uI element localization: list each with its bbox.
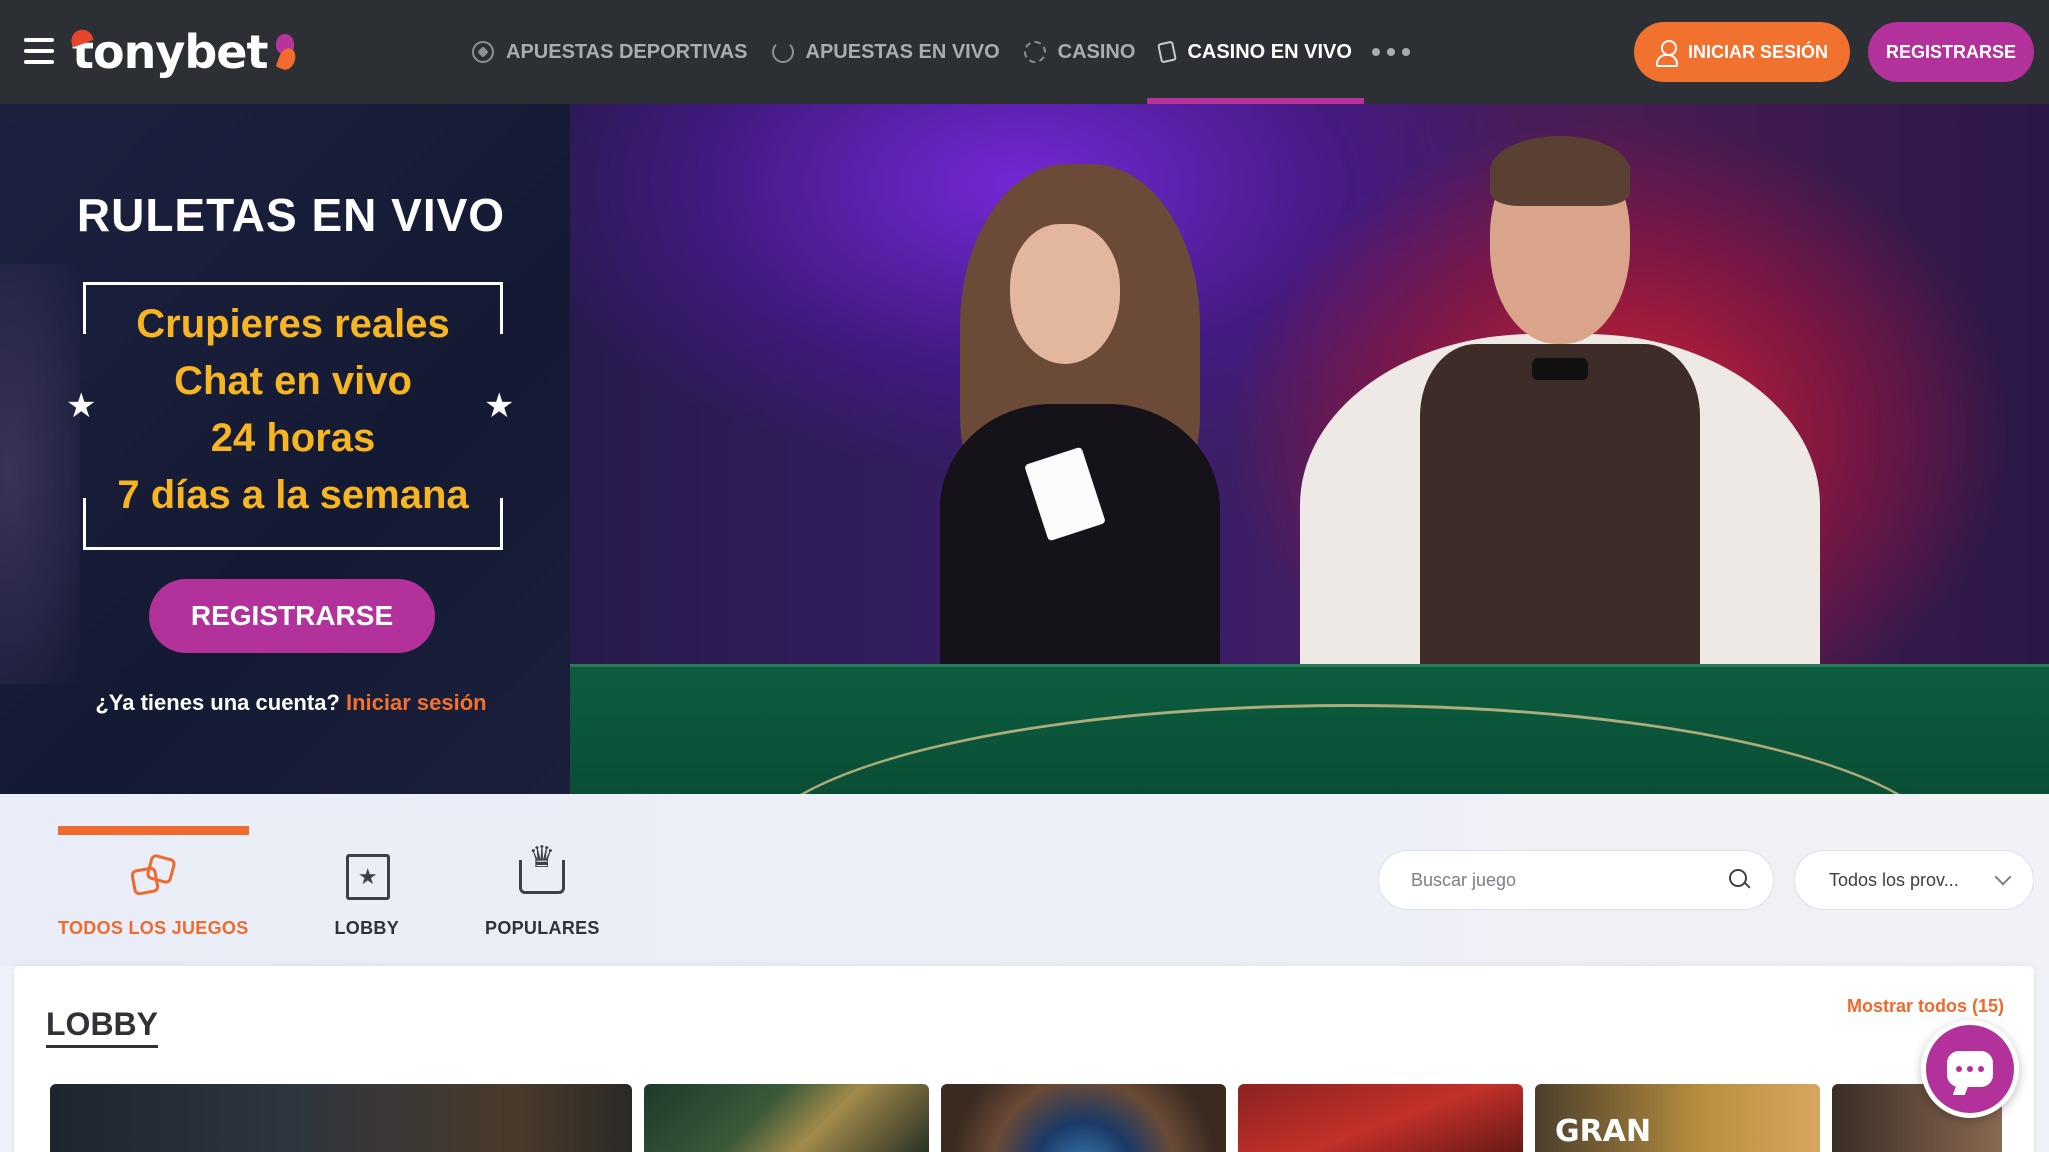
hero-register-button[interactable]: REGISTRARSE [149, 579, 435, 653]
nav-label: CASINO [1057, 40, 1136, 63]
search-input[interactable] [1411, 869, 1711, 891]
star-icon: ★ [484, 387, 515, 425]
tonybet-logo[interactable]: tonybet [68, 24, 299, 80]
feature-line: 24 horas [210, 416, 376, 460]
game-tiles: GRAN [50, 1084, 2002, 1152]
nav-item-apuestas-deportivas[interactable]: APUESTAS DEPORTIVAS [460, 0, 760, 104]
nav-label: CASINO EN VIVO [1187, 40, 1352, 63]
game-tile[interactable] [50, 1084, 632, 1152]
search-icon[interactable] [1729, 869, 1751, 891]
show-all-link[interactable]: Mostrar todos (15) [1847, 996, 2004, 1017]
tab-todos-los-juegos[interactable]: TODOS LOS JUEGOS [58, 826, 249, 939]
dice-icon [130, 853, 178, 900]
hero-login-link[interactable]: Iniciar sesión [346, 690, 487, 715]
game-tile[interactable]: GRAN [1535, 1084, 1820, 1152]
chat-icon [1947, 1051, 1993, 1087]
tab-label: POPULARES [485, 918, 600, 938]
live-chat-button[interactable] [1921, 1020, 2019, 1118]
hamburger-menu-icon[interactable] [24, 38, 54, 64]
hero-title: RULETAS EN VIVO [76, 189, 506, 241]
tab-lobby[interactable]: ★ LOBBY [335, 826, 400, 939]
more-dots-icon[interactable] [1371, 48, 1410, 56]
logo-text: tonybet [72, 25, 268, 79]
nav-label: APUESTAS EN VIVO [805, 40, 1000, 63]
lobby-section: LOBBY Mostrar todos (15) GRAN [14, 966, 2034, 1152]
section-title: LOBBY [46, 1006, 158, 1048]
top-header: tonybet APUESTAS DEPORTIVAS APUESTAS EN … [0, 0, 2049, 104]
star-icon: ★ [66, 387, 97, 425]
crown-icon [519, 840, 566, 900]
nav-item-casino[interactable]: CASINO [1012, 0, 1148, 104]
provider-dropdown[interactable]: Todos los prov... [1794, 850, 2034, 910]
feature-box: Crupieres reales Chat en vivo 24 horas 7… [83, 282, 503, 550]
hero-dealers-image [570, 104, 2049, 794]
tab-populares[interactable]: POPULARES [485, 826, 600, 939]
game-tile[interactable] [941, 1084, 1226, 1152]
soccer-ball-icon [472, 41, 494, 63]
casino-chip-icon [1023, 41, 1046, 63]
feature-line: Chat en vivo [174, 359, 412, 403]
feature-line: Crupieres reales [136, 302, 450, 346]
login-label: INICIAR SESIÓN [1687, 41, 1829, 62]
nav-label: APUESTAS DEPORTIVAS [506, 40, 748, 63]
tab-label: LOBBY [334, 918, 400, 938]
category-bar: TODOS LOS JUEGOS ★ LOBBY POPULARES Todos… [0, 794, 2049, 966]
live-ball-icon [771, 41, 794, 63]
tile-label: GRAN [1555, 1114, 1652, 1149]
main-nav: APUESTAS DEPORTIVAS APUESTAS EN VIVO CAS… [460, 0, 1410, 104]
hero-banner: RULETAS EN VIVO Crupieres reales Chat en… [0, 104, 2049, 794]
provider-selected: Todos los prov... [1829, 869, 1959, 890]
account-prompt: ¿Ya tienes una cuenta? Iniciar sesión [0, 690, 582, 716]
user-icon [1655, 40, 1678, 67]
game-tile[interactable] [644, 1084, 929, 1152]
logo-mark-icon [273, 32, 299, 72]
chevron-down-icon [1994, 868, 2012, 886]
film-star-icon: ★ [344, 854, 390, 900]
cards-icon [1157, 40, 1178, 64]
register-button-header[interactable]: REGISTRARSE [1868, 22, 2034, 82]
login-button[interactable]: INICIAR SESIÓN [1634, 22, 1850, 82]
search-box [1378, 850, 1774, 910]
dealer-man-figure [1220, 136, 1920, 714]
account-question: ¿Ya tienes una cuenta? [95, 690, 340, 715]
feature-line: 7 días a la semana [117, 473, 469, 517]
category-tabs: TODOS LOS JUEGOS ★ LOBBY POPULARES [58, 826, 686, 939]
dealer-woman-figure [940, 164, 1240, 664]
nav-item-casino-en-vivo[interactable]: CASINO EN VIVO [1147, 0, 1365, 104]
nav-item-apuestas-en-vivo[interactable]: APUESTAS EN VIVO [760, 0, 1012, 104]
bow-tie [1532, 358, 1588, 380]
game-tile[interactable] [1238, 1084, 1523, 1152]
tab-label: TODOS LOS JUEGOS [58, 918, 249, 938]
